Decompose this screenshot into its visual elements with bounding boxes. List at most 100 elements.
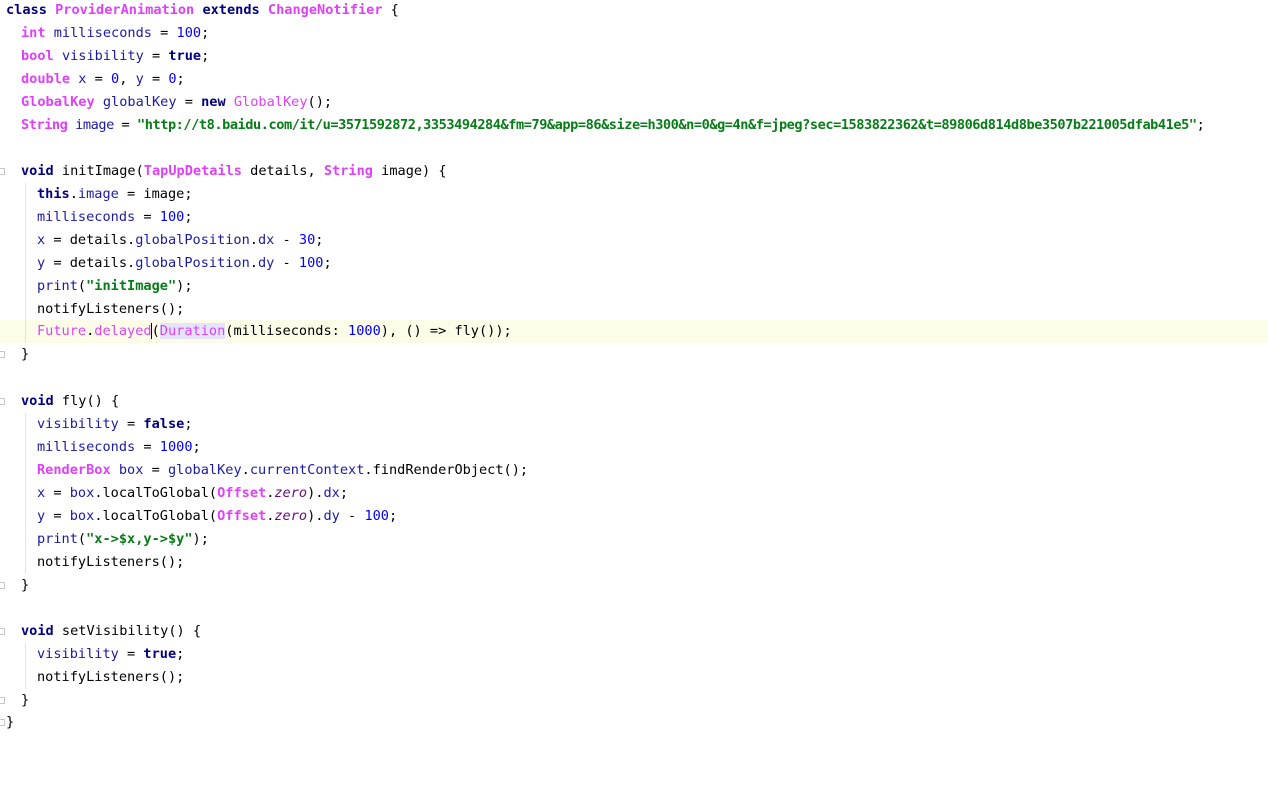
code-token: ; [389,508,398,524]
code-line-18[interactable]: void fly() { [0,390,1268,413]
number-token: 100 [176,25,202,41]
code-line-26[interactable]: } [0,574,1268,597]
fold-marker-icon[interactable] [0,168,5,175]
code-line-13[interactable]: print("initImage"); [0,275,1268,298]
code-line-1[interactable]: class ProviderAnimation extends ChangeNo… [0,0,1268,22]
code-line-6[interactable]: String image = "http://t8.baidu.com/it/u… [0,114,1268,137]
code-token: ; [184,209,193,225]
fold-marker-icon[interactable] [0,628,5,635]
type-token: GlobalKey [21,94,95,110]
code-line-24[interactable]: print("x->$x,y->$y"); [0,528,1268,551]
field-token: y [37,508,46,524]
code-line-23[interactable]: y = box.localToGlobal(Offset.zero).dy - … [0,505,1268,528]
fold-marker-icon[interactable] [0,719,5,726]
type-token: Future [37,323,87,339]
code-line-19[interactable]: visibility = false; [0,413,1268,436]
code-line-32[interactable]: } [0,711,1268,734]
field-token: dy [323,508,340,524]
code-token: = [143,48,169,64]
code-line-25[interactable]: notifyListeners(); [0,551,1268,574]
fold-marker-icon[interactable] [0,582,5,589]
code-token: (); [307,94,333,110]
number-token: 0 [168,71,177,87]
code-line-9[interactable]: this.image = image; [0,183,1268,206]
keyword-token: true [168,48,202,64]
code-line-11[interactable]: x = details.globalPosition.dx - 30; [0,229,1268,252]
string-token: "initImage" [86,278,177,294]
static-field-token: zero [274,508,308,524]
code-line-8[interactable]: void initImage(TapUpDetails details, Str… [0,160,1268,183]
code-line-20[interactable]: milliseconds = 1000; [0,436,1268,459]
code-line-29[interactable]: visibility = true; [0,643,1268,666]
code-line-31[interactable]: } [0,689,1268,712]
code-token: ; [176,71,185,87]
code-token: = [151,25,177,41]
field-token: currentContext [249,462,365,478]
code-token: - [274,255,299,271]
number-token: 30 [298,232,316,248]
code-line-16[interactable]: } [0,343,1268,366]
code-line-2[interactable]: int milliseconds = 100; [0,22,1268,45]
code-line-28[interactable]: void setVisibility() { [0,620,1268,643]
code-token: . [241,462,250,478]
field-token: y [135,71,144,87]
number-token: 0 [111,71,120,87]
method-token: delayed [94,323,152,339]
code-token: .findRenderObject(); [364,462,529,478]
code-line-21[interactable]: RenderBox box = globalKey.currentContext… [0,459,1268,482]
string-token: "http://t8.baidu.com/it/u=3571592872,335… [137,117,1197,133]
code-token: ; [1196,117,1205,133]
code-token: } [21,577,30,593]
code-line-5[interactable]: GlobalKey globalKey = new GlobalKey(); [0,91,1268,114]
code-token: } [21,346,30,362]
code-token: . [249,255,258,271]
field-token: dx [257,232,275,248]
code-token: ; [192,439,201,455]
code-line-4[interactable]: double x = 0, y = 0; [0,68,1268,91]
code-token: ); [192,531,209,547]
code-line-10[interactable]: milliseconds = 100; [0,206,1268,229]
field-token: y [37,255,46,271]
field-token: globalPosition [135,232,250,248]
code-token: = [45,508,70,524]
code-token: details, [242,163,324,179]
fold-marker-icon[interactable] [0,697,5,704]
field-token: visibility [61,48,144,64]
code-token: ; [201,25,210,41]
code-line-12[interactable]: y = details.globalPosition.dy - 100; [0,252,1268,275]
code-token: = image; [118,186,193,202]
field-token: milliseconds [37,439,136,455]
function-token: print [37,531,78,547]
code-token: ; [315,232,324,248]
code-token: notifyListeners(); [37,669,185,685]
code-editor[interactable]: class ProviderAnimation extends ChangeNo… [0,0,1268,741]
code-line-15-current[interactable]: Future.delayed(Duration(milliseconds: 10… [0,320,1268,343]
code-token: = [143,71,169,87]
field-token: visibility [37,416,119,432]
type-token: GlobalKey [233,94,308,110]
code-line-3[interactable]: bool visibility = true; [0,45,1268,68]
code-token: .localToGlobal( [94,508,218,524]
code-token: ). [307,508,324,524]
type-token: double [21,71,71,87]
superclass-name: ChangeNotifier [267,2,383,18]
highlighted-type-token: Duration [159,323,226,339]
static-field-token: zero [274,485,308,501]
code-token: fly() { [53,393,120,409]
code-token: (milliseconds: [225,323,349,339]
code-line-22[interactable]: x = box.localToGlobal(Offset.zero).dx; [0,482,1268,505]
code-line-14[interactable]: notifyListeners(); [0,298,1268,321]
code-token: . [69,186,78,202]
fold-marker-icon[interactable] [0,398,5,405]
code-token: = [135,209,160,225]
code-token: ; [201,48,210,64]
code-line-30[interactable]: notifyListeners(); [0,666,1268,689]
fold-marker-icon[interactable] [0,351,5,358]
keyword-token: void [21,163,54,179]
variable-token: box [69,508,95,524]
field-token: milliseconds [53,25,152,41]
